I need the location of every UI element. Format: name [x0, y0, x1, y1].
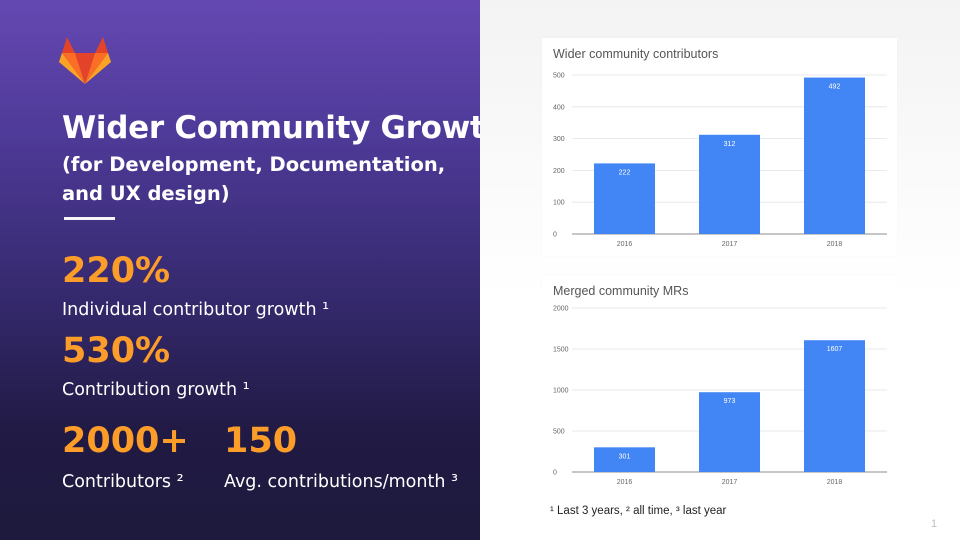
x-tick-label: 2016 [617, 479, 633, 486]
stat-label-individual-growth: Individual contributor growth ¹ [62, 300, 330, 320]
contributors-chart: Wider community contributors 0 100 200 300 4… [542, 38, 897, 256]
slide-title: Wider Community Growth [62, 110, 507, 146]
merged-mrs-chart-plot: 0 500 1000 1500 2000 301 2016 973 2017 1607 2018 [553, 306, 887, 486]
x-tick-label: 2016 [617, 241, 633, 248]
y-tick-label: 400 [553, 104, 565, 111]
stat-label-avg-contributions: Avg. contributions/month ³ [224, 472, 458, 492]
stat-value-contribution-growth: 530% [62, 331, 171, 371]
bar [804, 340, 865, 472]
stat-value-avg-contributions: 150 [224, 421, 298, 461]
y-tick-label: 1500 [553, 347, 569, 354]
footnote: ¹ Last 3 years, ² all time, ³ last year [550, 505, 727, 517]
y-tick-label: 0 [553, 470, 557, 477]
page-number: 1 [931, 518, 938, 530]
stat-label-contributors: Contributors ² [62, 472, 184, 492]
slide-subtitle: (for Development, Documentation, and UX … [62, 153, 446, 205]
title-divider [64, 217, 115, 220]
gitlab-logo-icon [59, 37, 111, 84]
bar [699, 134, 760, 234]
y-tick-label: 100 [553, 200, 565, 207]
bar-data-label: 312 [724, 141, 736, 148]
bar-data-label: 492 [829, 84, 841, 91]
bar [804, 77, 865, 234]
y-tick-label: 300 [553, 136, 565, 143]
x-tick-label: 2018 [827, 479, 843, 486]
y-tick-label: 200 [553, 168, 565, 175]
y-tick-label: 500 [553, 429, 565, 436]
y-tick-label: 0 [553, 232, 557, 239]
x-tick-label: 2017 [722, 241, 738, 248]
stat-label-contribution-growth: Contribution growth ¹ [62, 380, 250, 400]
stat-value-individual-growth: 220% [62, 251, 171, 291]
stat-value-contributors: 2000+ [62, 421, 189, 461]
bar-data-label: 1607 [827, 346, 843, 353]
y-tick-label: 2000 [553, 306, 569, 313]
y-tick-label: 1000 [553, 388, 569, 395]
left-panel: Wider Community Growth (for Development,… [0, 0, 507, 540]
bar-data-label: 973 [724, 398, 736, 405]
contributors-chart-plot: 0 100 200 300 400 500 222 2016 312 2017 492 2018 [553, 73, 887, 248]
x-tick-label: 2017 [722, 479, 738, 486]
bar-data-label: 301 [619, 453, 631, 460]
merged-mrs-chart: Merged community MRs 0 500 1000 1500 2000 301… [542, 275, 897, 495]
bar-data-label: 222 [619, 169, 631, 176]
x-tick-label: 2018 [827, 241, 843, 248]
y-tick-label: 500 [553, 73, 565, 80]
